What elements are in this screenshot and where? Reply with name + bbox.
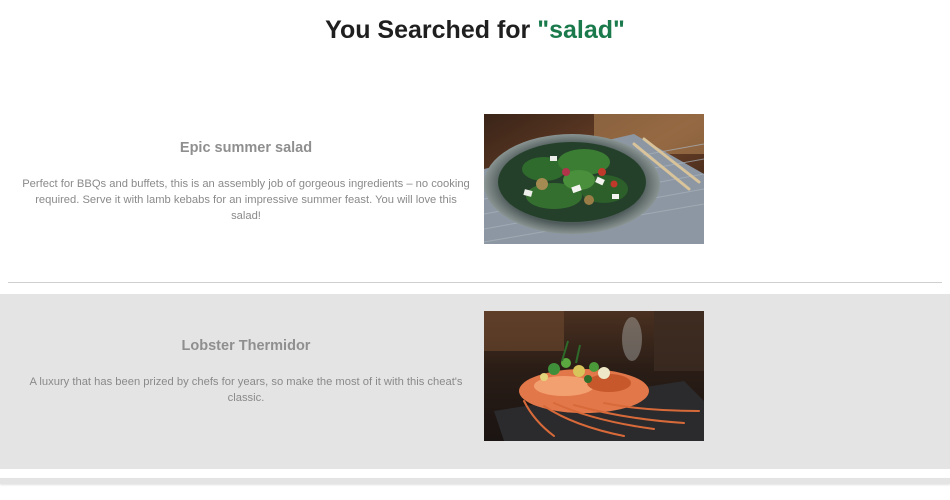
results-divider [8, 282, 942, 283]
result-text: Lobster Thermidor A luxury that has been… [20, 338, 472, 406]
salad-photo[interactable] [484, 114, 704, 244]
result-title[interactable]: Epic summer salad [20, 140, 472, 156]
search-results-page: You Searched for "salad" Epic summer sal… [0, 0, 950, 500]
footer-shadow-bar [0, 478, 950, 484]
lobster-image [484, 311, 704, 441]
result-title[interactable]: Lobster Thermidor [20, 338, 472, 354]
search-term: "salad" [537, 16, 625, 44]
heading-prefix: You Searched for [325, 16, 538, 44]
result-card[interactable]: Epic summer salad Perfect for BBQs and b… [0, 100, 950, 275]
result-description: A luxury that has been prized by chefs f… [29, 376, 463, 404]
result-card[interactable]: Lobster Thermidor A luxury that has been… [0, 294, 950, 469]
result-description: Perfect for BBQs and buffets, this is an… [22, 178, 470, 222]
search-heading: You Searched for "salad" [0, 16, 950, 45]
lobster-photo[interactable] [484, 311, 704, 441]
result-text: Epic summer salad Perfect for BBQs and b… [20, 140, 472, 224]
salad-image [484, 114, 704, 244]
